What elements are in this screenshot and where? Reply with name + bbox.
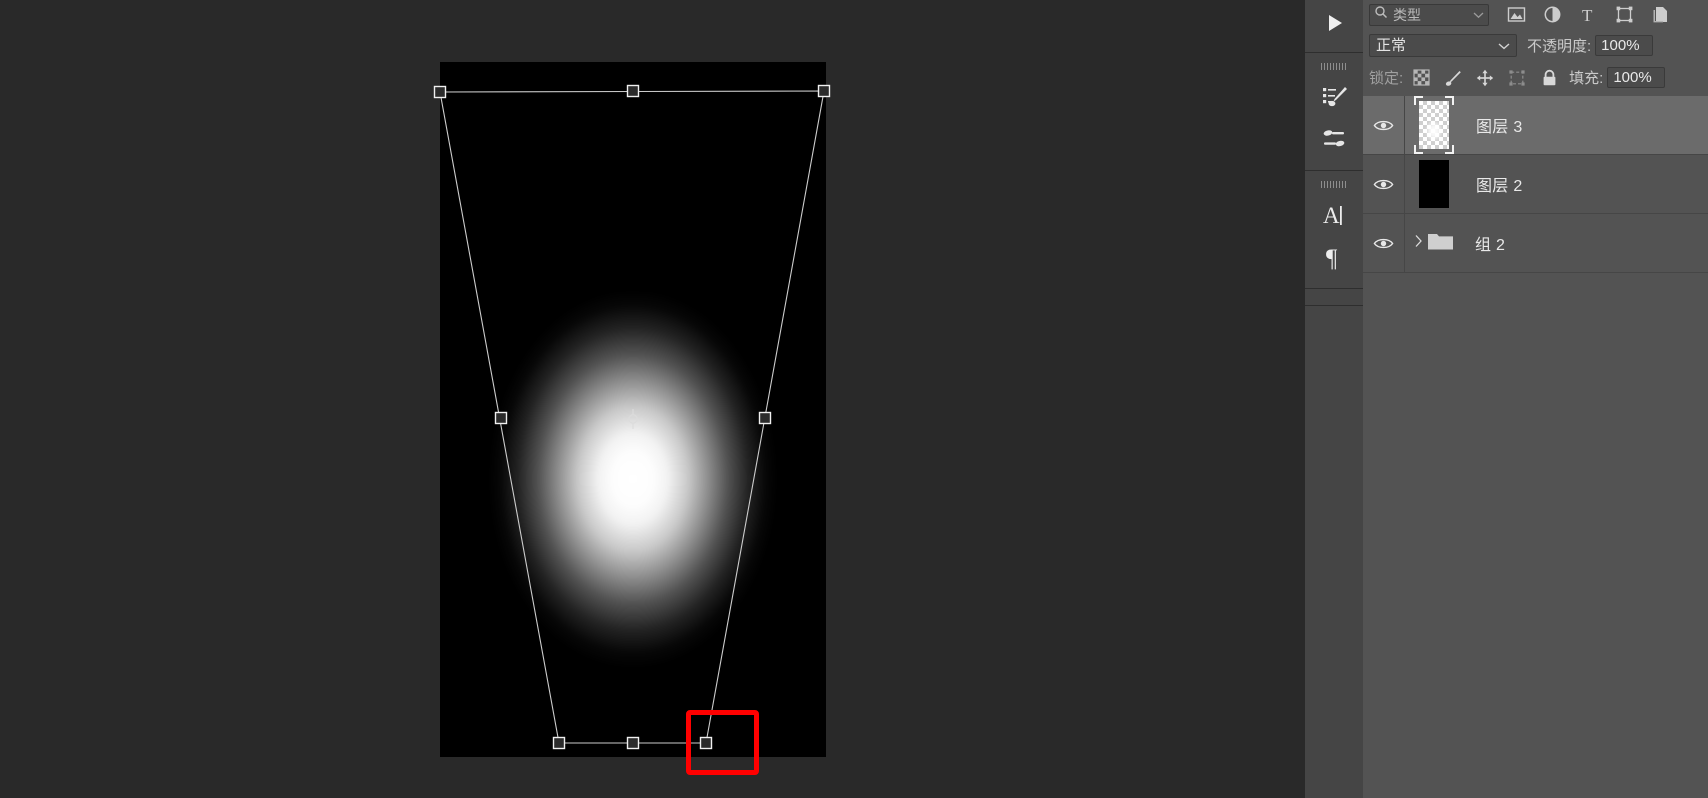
layer-thumbnail-0: [1419, 101, 1449, 149]
search-icon: [1374, 5, 1388, 24]
layer-name-1[interactable]: 图层 2: [1463, 172, 1523, 196]
layer-visibility-toggle-2[interactable]: [1363, 214, 1405, 272]
glow-artwork: [483, 269, 783, 689]
lock-label: 锁定:: [1369, 70, 1404, 87]
layer-thumbnail-1: [1419, 160, 1449, 208]
chevron-right-icon[interactable]: [1414, 234, 1423, 253]
lock-all-icon[interactable]: [1538, 67, 1560, 89]
lock-icon-group: [1410, 67, 1560, 89]
expand-panel-icon[interactable]: [1314, 3, 1354, 43]
brush-settings-icon[interactable]: [1314, 119, 1354, 159]
rail-group-empty: [1305, 289, 1363, 306]
layer-row-1[interactable]: 图层 2: [1363, 155, 1708, 214]
svg-text:¶: ¶: [1326, 245, 1338, 272]
filter-kind-dropdown[interactable]: 类型: [1369, 3, 1489, 26]
filter-adjustment-layers-icon[interactable]: [1541, 4, 1563, 26]
filter-smart-object-icon[interactable]: [1649, 4, 1671, 26]
lock-artboard-nesting-icon[interactable]: [1506, 67, 1528, 89]
canvas-area[interactable]: [0, 0, 1305, 798]
layer-visibility-toggle-0[interactable]: [1363, 96, 1405, 154]
group-expand-cell[interactable]: [1405, 214, 1463, 272]
filter-shape-layers-icon[interactable]: [1613, 4, 1635, 26]
layer-filter-row: 类型 T: [1363, 0, 1708, 29]
paragraph-panel-icon[interactable]: ¶: [1314, 237, 1354, 277]
annotation-rectangle: [686, 710, 759, 775]
rail-group-expand: [1305, 0, 1363, 53]
lock-transparent-pixels-icon[interactable]: [1410, 67, 1432, 89]
blend-mode-row: 正常 不透明度: 100%: [1363, 29, 1708, 62]
fill-value-field[interactable]: 100%: [1607, 67, 1666, 88]
document-canvas[interactable]: [440, 62, 826, 757]
filter-kind-label: 类型: [1393, 6, 1421, 23]
filter-type-layers-icon[interactable]: T: [1577, 4, 1599, 26]
layer-row-0[interactable]: 图层 3: [1363, 96, 1708, 155]
layer-list: 图层 3 图层 2 组 2: [1363, 96, 1708, 273]
folder-icon: [1427, 230, 1454, 256]
opacity-value-field[interactable]: 100%: [1595, 35, 1654, 56]
panel-icon-rail[interactable]: A ¶: [1305, 0, 1363, 798]
filter-pixel-layers-icon[interactable]: [1505, 4, 1527, 26]
brush-presets-icon[interactable]: [1314, 77, 1354, 117]
blend-mode-dropdown[interactable]: 正常: [1369, 34, 1517, 57]
layer-name-0[interactable]: 图层 3: [1463, 113, 1523, 137]
lock-row: 锁定: 填充: 100%: [1363, 62, 1708, 93]
layer-name-2[interactable]: 组 2: [1463, 231, 1505, 255]
layers-panel: 类型 T 正常 不透明度: 100% 锁定: 填充: 100% 图层 3 图层 …: [1363, 0, 1708, 798]
opacity-label: 不透明度:: [1527, 38, 1592, 55]
photoshop-window: A ¶ 类型 T 正常 不透明度: 100% 锁定: 填充: 100% 图层 3…: [0, 0, 1708, 798]
filter-type-icons: T: [1505, 4, 1671, 26]
rail-group-type: A ¶: [1305, 171, 1363, 289]
chevron-down-icon-blend[interactable]: [1498, 37, 1510, 54]
lock-position-icon[interactable]: [1474, 67, 1496, 89]
character-panel-icon[interactable]: A: [1314, 195, 1354, 235]
blend-mode-value: 正常: [1376, 37, 1407, 54]
chevron-down-icon[interactable]: [1473, 6, 1484, 24]
lock-image-pixels-icon[interactable]: [1442, 67, 1464, 89]
layer-thumbnail-cell-1[interactable]: [1405, 155, 1463, 213]
panel-grip[interactable]: [1321, 63, 1347, 70]
fill-label: 填充:: [1569, 70, 1604, 87]
layer-thumbnail-cell-0[interactable]: [1405, 96, 1463, 154]
right-dock: A ¶ 类型 T 正常 不透明度: 100% 锁定: 填充: 100% 图层 3…: [1305, 0, 1708, 798]
rail-group-brush: [1305, 53, 1363, 171]
svg-text:T: T: [1582, 6, 1593, 24]
panel-grip-2[interactable]: [1321, 181, 1347, 188]
layer-row-2[interactable]: 组 2: [1363, 214, 1708, 273]
svg-text:A: A: [1323, 203, 1340, 228]
layer-visibility-toggle-1[interactable]: [1363, 155, 1405, 213]
